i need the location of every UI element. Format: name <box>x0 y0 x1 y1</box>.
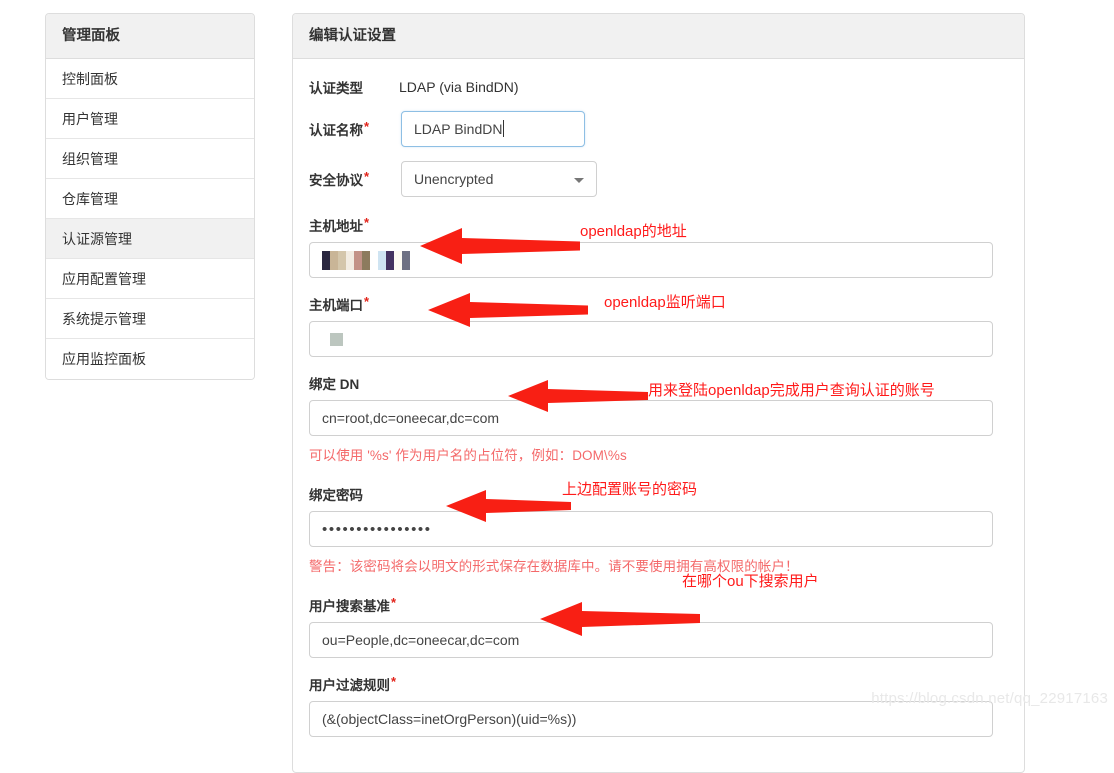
annotation-arrow-user-search-base <box>540 602 700 636</box>
redaction-mosaic <box>322 251 410 270</box>
sidebar-item-auth-source-management[interactable]: 认证源管理 <box>46 219 254 259</box>
annotation-bind-dn: 用来登陆openldap完成用户查询认证的账号 <box>648 382 935 399</box>
bind-dn-input[interactable]: cn=root,dc=oneecar,dc=com <box>309 400 993 436</box>
sidebar-item-label: 控制面板 <box>62 71 118 87</box>
sidebar-item-label: 组织管理 <box>62 151 118 167</box>
sidebar-item-label: 应用配置管理 <box>62 271 146 287</box>
sidebar-item-label: 用户管理 <box>62 111 118 127</box>
text-caret <box>503 120 505 137</box>
auth-type-label: 认证类型 <box>309 81 363 96</box>
required-marker: * <box>364 169 370 184</box>
sidebar-item-org-management[interactable]: 组织管理 <box>46 139 254 179</box>
sidebar-item-app-config-management[interactable]: 应用配置管理 <box>46 259 254 299</box>
annotation-arrow-bind-dn <box>508 380 648 412</box>
annotation-host-port: openldap监听端口 <box>604 294 726 311</box>
field-row-auth-type: 认证类型 LDAP (via BindDN) <box>309 77 1008 97</box>
required-marker: * <box>364 215 370 230</box>
sidebar-item-label: 认证源管理 <box>62 231 132 247</box>
bind-dn-value: cn=root,dc=oneecar,dc=com <box>322 410 500 426</box>
user-search-base-value: ou=People,dc=oneecar,dc=com <box>322 632 520 648</box>
bind-password-warning: 警告：该密码将会以明文的形式保存在数据库中。请不要使用拥有高权限的帐户！ <box>309 559 799 574</box>
security-protocol-label: 安全协议* <box>309 169 370 188</box>
host-port-input[interactable] <box>309 321 993 357</box>
sidebar-item-label: 应用监控面板 <box>62 351 146 367</box>
sidebar-item-user-management[interactable]: 用户管理 <box>46 99 254 139</box>
auth-type-value: LDAP (via BindDN) <box>399 79 519 95</box>
annotation-host-address: openldap的地址 <box>580 223 687 240</box>
chevron-down-icon <box>574 178 584 183</box>
annotation-user-search-base: 在哪个ou下搜索用户 <box>682 573 819 590</box>
security-protocol-value: Unencrypted <box>414 171 494 187</box>
required-marker: * <box>391 674 397 689</box>
sidebar-item-label: 系统提示管理 <box>62 311 146 327</box>
required-marker: * <box>364 294 370 309</box>
admin-sidebar: 管理面板 控制面板 用户管理 组织管理 仓库管理 认证源管理 应用配置管理 系统… <box>45 13 255 380</box>
auth-name-label: 认证名称* <box>309 119 370 138</box>
sidebar-item-repo-management[interactable]: 仓库管理 <box>46 179 254 219</box>
annotation-arrow-host-port <box>428 293 588 327</box>
field-row-security-protocol: 安全协议* Unencrypted <box>309 161 1008 197</box>
bind-dn-help-text: 可以使用 '%s' 作为用户名的占位符，例如：DOM\%s <box>309 448 627 463</box>
field-row-auth-name: 认证名称* LDAP BindDN <box>309 111 1008 147</box>
sidebar-item-label: 仓库管理 <box>62 191 118 207</box>
auth-name-input[interactable]: LDAP BindDN <box>401 111 585 147</box>
panel-title: 编辑认证设置 <box>293 14 1024 59</box>
sidebar-header: 管理面板 <box>46 14 254 59</box>
user-filter-value: (&(objectClass=inetOrgPerson)(uid=%s)) <box>322 711 577 727</box>
sidebar-item-system-notice-management[interactable]: 系统提示管理 <box>46 299 254 339</box>
annotation-arrow-host-address <box>420 228 580 264</box>
bind-password-input[interactable]: •••••••••••••••• <box>309 511 993 547</box>
bind-password-value: •••••••••••••••• <box>322 521 432 538</box>
annotation-bind-password: 上边配置账号的密码 <box>562 481 698 498</box>
redaction-mosaic <box>330 333 343 346</box>
host-address-input[interactable] <box>309 242 993 278</box>
sidebar-item-control-panel[interactable]: 控制面板 <box>46 59 254 99</box>
annotation-arrow-bind-password <box>446 490 571 522</box>
required-marker: * <box>364 119 370 134</box>
auth-name-input-value: LDAP BindDN <box>414 121 503 137</box>
watermark: https://blog.csdn.net/qq_22917163 <box>871 690 1108 707</box>
security-protocol-select[interactable]: Unencrypted <box>401 161 597 197</box>
required-marker: * <box>391 595 397 610</box>
sidebar-item-app-monitor-panel[interactable]: 应用监控面板 <box>46 339 254 379</box>
